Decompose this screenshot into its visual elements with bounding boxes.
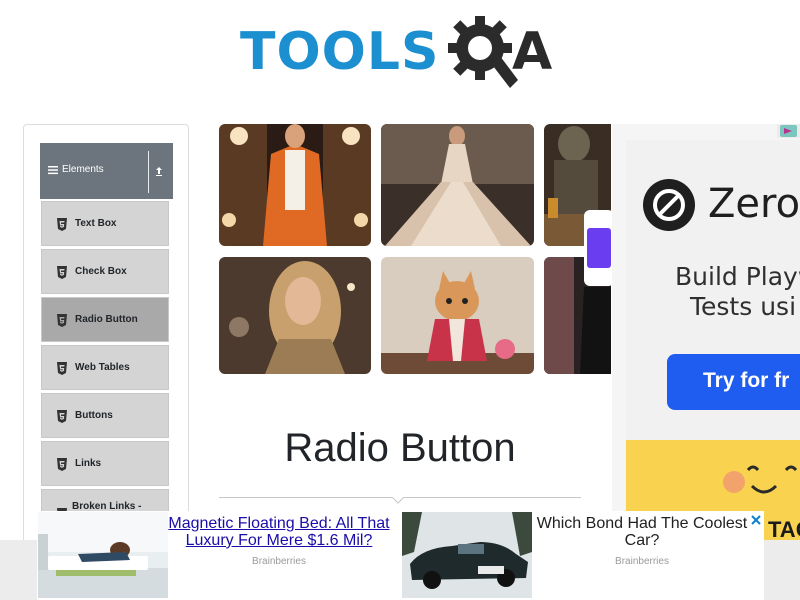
right-ad-line-2: Tests usi [690,292,797,321]
ad-image-woman-portrait[interactable] [219,257,371,374]
ad-image-gown[interactable] [381,124,534,246]
right-ad-line-1: Build Playw [675,262,800,291]
sidebar-item-label: Buttons [75,410,113,421]
collapse-arrow-icon[interactable] [154,165,164,177]
html5-icon [57,410,67,423]
right-ad-cta-button[interactable]: Try for fr [667,354,800,410]
sidebar-item-links[interactable]: Links [41,441,169,486]
html5-icon [57,458,67,471]
right-ad-cta-label: Try for fr [703,369,790,392]
sidebar-item-label: Check Box [75,266,127,277]
sidebar-item-label: Links [75,458,102,469]
ad-image-fashion-orange[interactable] [219,124,371,246]
sidebar-item-buttons[interactable]: Buttons [41,393,169,438]
header-divider [148,151,149,193]
ad-choices-icon [780,125,797,137]
html5-icon [57,362,67,375]
ad-thumb-bond-car[interactable] [402,512,532,598]
toolsqa-logo[interactable]: TOOLS A [240,14,570,92]
bottom-ad-container[interactable]: Magnetic Floating Bed: All That Luxury F… [37,511,764,600]
ad-headline-bond-car[interactable]: Which Bond Had The Coolest Car? [532,515,752,549]
right-ad-banner[interactable]: Zero Build Playw Tests usi Try for fr TA… [612,124,800,542]
sidebar-item-check-box[interactable]: Check Box [41,249,169,294]
sidebar-item-label: Text Box [75,218,117,229]
elements-menu: Text Box Check Box Radio Button Web Tabl… [41,201,169,537]
sidebar-item-web-tables[interactable]: Web Tables [41,345,169,390]
hamburger-icon [48,166,58,175]
gear-q-icon [448,16,518,88]
ad-choices-tab[interactable] [777,124,800,138]
smiley-face-icon [723,465,798,494]
ad-headline-floating-bed[interactable]: Magnetic Floating Bed: All That Luxury F… [167,515,391,549]
ad-headline-line: Car? [624,532,660,549]
ad-image-cat-kimono[interactable] [381,257,534,374]
page-title: Radio Button [284,426,516,470]
right-ad-brand: Zero [708,181,800,227]
ad-headline-line: Luxury For Mere $1.6 Mil? [185,532,373,549]
ad-badge [584,210,611,286]
ad-source-label: Brainberries [252,556,306,567]
logo-tools-text: TOOLS [240,22,440,82]
group-title: Elements [62,164,104,175]
caret-down-icon [392,497,404,504]
ad-thumb-floating-bed[interactable] [38,512,168,598]
html5-icon [57,266,67,279]
image-ad-grid[interactable] [219,124,611,374]
ad-headline-line: Magnetic Floating Bed: All That [168,515,390,532]
ad-headline-line: Which Bond Had The Coolest [536,515,748,532]
html5-icon [57,218,67,231]
elements-group-header[interactable]: Elements [40,143,173,199]
right-ad-footer-text: TAG [768,517,800,542]
sidebar-item-label: Radio Button [75,314,138,325]
logo-a-text: A [512,22,553,82]
html5-icon [57,314,67,327]
sidebar-item-text-box[interactable]: Text Box [41,201,169,246]
zero-brand-icon [643,179,695,231]
sidebar-item-label: Web Tables [75,362,130,373]
close-icon[interactable] [749,513,763,527]
ad-source-label: Brainberries [615,556,669,567]
sidebar-item-radio-button[interactable]: Radio Button [41,297,169,342]
